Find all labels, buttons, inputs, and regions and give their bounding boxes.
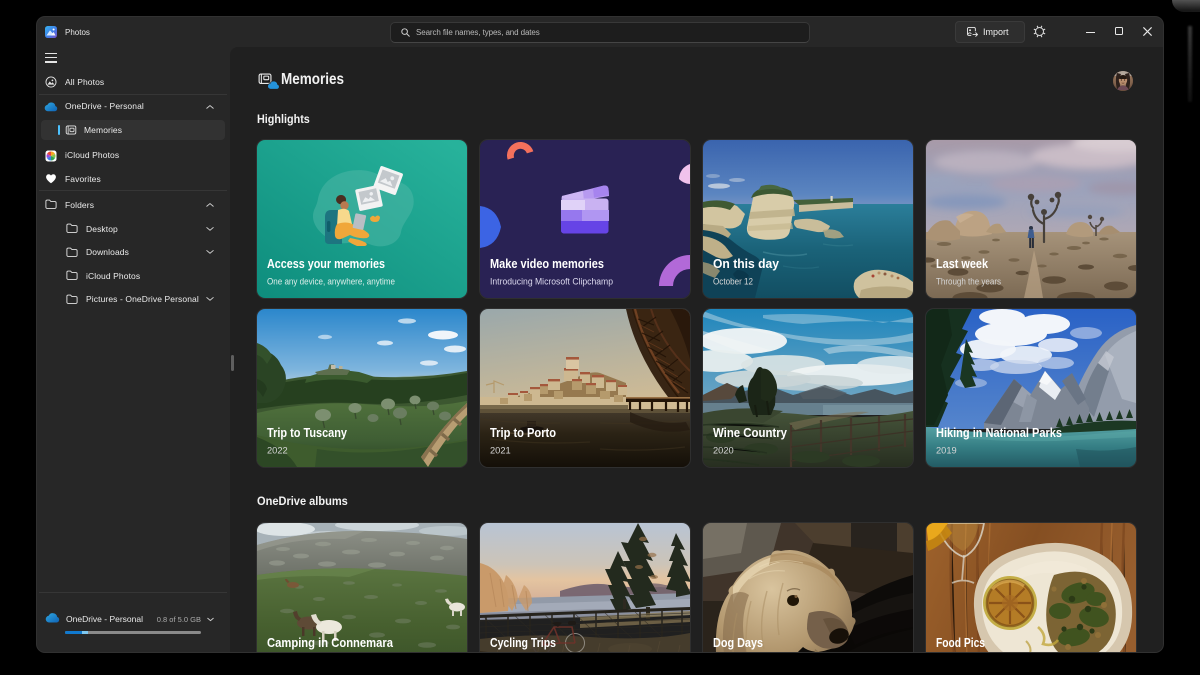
- svg-text:Wine Country: Wine Country: [713, 426, 787, 440]
- svg-text:2022: 2022: [267, 446, 288, 456]
- svg-text:On this day: On this day: [713, 257, 779, 271]
- svg-text:Camping in Connemara: Camping in Connemara: [267, 636, 394, 650]
- svg-text:2019: 2019: [936, 446, 957, 456]
- svg-text:Cycling Trips: Cycling Trips: [490, 636, 556, 650]
- svg-text:Make video memories: Make video memories: [490, 257, 604, 271]
- svg-text:Last week: Last week: [936, 257, 988, 271]
- svg-text:Through the years: Through the years: [936, 277, 1001, 287]
- svg-text:Introducing Microsoft Clipcham: Introducing Microsoft Clipchamp: [490, 277, 613, 287]
- svg-text:2020: 2020: [713, 446, 734, 456]
- svg-text:2021: 2021: [490, 446, 511, 456]
- svg-text:Trip to Porto: Trip to Porto: [490, 426, 556, 440]
- svg-text:Food Pics: Food Pics: [936, 636, 985, 650]
- svg-text:Hiking in National Parks: Hiking in National Parks: [936, 426, 1062, 440]
- svg-text:October 12: October 12: [713, 277, 753, 287]
- svg-text:Access your memories: Access your memories: [267, 257, 385, 271]
- svg-text:Trip to Tuscany: Trip to Tuscany: [267, 426, 347, 440]
- svg-text:One any device, anywhere, anyt: One any device, anywhere, anytime: [267, 277, 395, 287]
- svg-text:Dog Days: Dog Days: [713, 636, 763, 650]
